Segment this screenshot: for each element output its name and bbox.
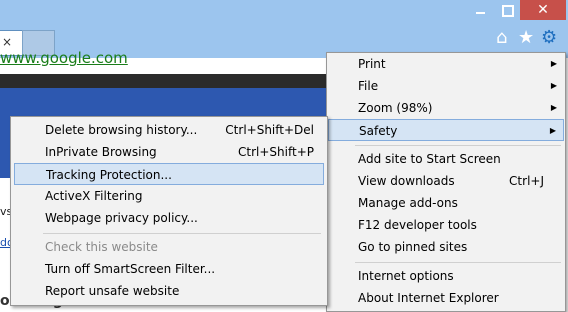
menu-item-shortcut: Ctrl+Shift+P [238,145,314,159]
menu-item-internet-options[interactable]: Internet options [328,265,564,287]
menu-separator [355,262,561,263]
command-strip [0,74,330,88]
maximize-button[interactable] [494,0,520,20]
menu-item-label: Internet options [358,269,454,283]
menu-item-inprivate-browsing[interactable]: InPrivate Browsing Ctrl+Shift+P [14,141,324,163]
menu-item-f12-developer-tools[interactable]: F12 developer tools [328,214,564,236]
menu-item-label: Safety [359,124,398,138]
menu-separator [355,145,561,146]
menu-item-label: ActiveX Filtering [45,189,143,203]
menu-item-activex-filtering[interactable]: ActiveX Filtering [14,185,324,207]
address-bar[interactable]: www.google.com [0,49,330,74]
menu-item-shortcut: Ctrl+J [509,174,544,188]
menu-item-label: Tracking Protection... [46,168,172,182]
menu-item-turn-off-smartscreen-filter[interactable]: Turn off SmartScreen Filter... [14,258,324,280]
favorites-star-icon[interactable]: ★ [518,28,534,48]
menu-item-manage-add-ons[interactable]: Manage add-ons [328,192,564,214]
menu-item-label: Print [358,57,386,71]
close-button[interactable]: ✕ [520,0,566,20]
home-icon[interactable]: ⌂ [496,28,507,48]
menu-item-shortcut: Ctrl+Shift+Del [225,123,314,137]
menu-item-label: Zoom (98%) [358,101,433,115]
menu-item-label: Turn off SmartScreen Filter... [45,262,216,276]
menu-item-label: About Internet Explorer [358,291,499,305]
tab-close-icon[interactable]: × [2,34,12,50]
menu-item-check-this-website: Check this website [14,236,324,258]
address-url[interactable]: www.google.com [0,49,128,67]
menu-item-label: Manage add-ons [358,196,458,210]
menu-item-add-site-to-start-screen[interactable]: Add site to Start Screen [328,148,564,170]
menu-item-safety[interactable]: Safety ▶ [328,119,564,141]
menu-item-delete-browsing-history[interactable]: Delete browsing history... Ctrl+Shift+De… [14,119,324,141]
menu-item-label: Go to pinned sites [358,240,468,254]
menu-item-label: Delete browsing history... [45,123,198,137]
submenu-arrow-icon: ▶ [550,103,557,112]
menu-item-label: Webpage privacy policy... [45,211,198,225]
tools-menu: Print ▶ File ▶ Zoom (98%) ▶ Safety ▶ Add… [326,52,566,312]
menu-item-go-to-pinned-sites[interactable]: Go to pinned sites [328,236,564,258]
submenu-arrow-icon: ▶ [550,81,557,90]
minimize-button[interactable] [466,0,494,20]
submenu-arrow-icon: ▶ [550,59,557,68]
menu-item-label: File [358,79,379,93]
menu-item-label: InPrivate Browsing [45,145,157,159]
menu-item-report-unsafe-website[interactable]: Report unsafe website [14,280,324,302]
submenu-arrow-icon: ▶ [549,126,556,135]
menu-item-webpage-privacy-policy[interactable]: Webpage privacy policy... [14,207,324,229]
menu-item-tracking-protection[interactable]: Tracking Protection... [14,163,324,185]
menu-item-about-internet-explorer[interactable]: About Internet Explorer [328,287,564,309]
menu-item-label: Check this website [45,240,158,254]
menu-separator [43,233,321,234]
menu-item-print[interactable]: Print ▶ [328,53,564,75]
gear-icon[interactable]: ⚙ [541,28,557,48]
menu-item-file[interactable]: File ▶ [328,75,564,97]
close-icon: ✕ [537,2,549,18]
menu-item-label: View downloads [358,174,455,188]
menu-item-view-downloads[interactable]: View downloads Ctrl+J [328,170,564,192]
safety-submenu: Delete browsing history... Ctrl+Shift+De… [10,116,328,306]
menu-item-zoom[interactable]: Zoom (98%) ▶ [328,97,564,119]
menu-item-label: Report unsafe website [45,284,180,298]
menu-item-label: Add site to Start Screen [358,152,501,166]
menu-item-label: F12 developer tools [358,218,477,232]
